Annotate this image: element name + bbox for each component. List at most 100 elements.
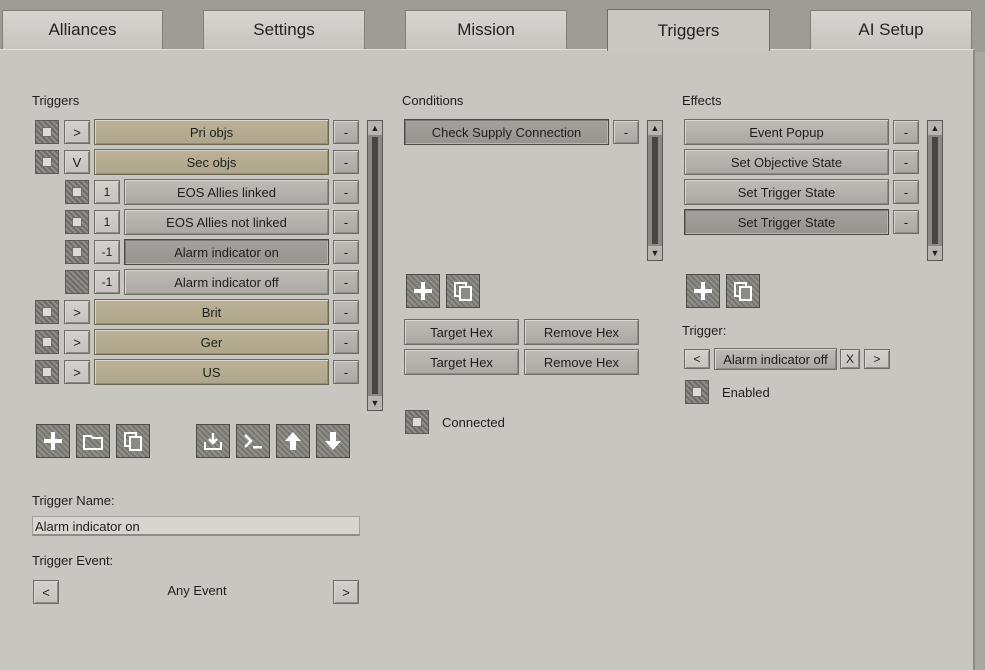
effect-item[interactable]: Set Trigger State (684, 179, 889, 205)
trigger-expand-button[interactable]: > (64, 360, 90, 384)
target-hex-button[interactable]: Target Hex (404, 319, 519, 345)
condition-item-selected[interactable]: Check Supply Connection (404, 119, 609, 145)
scroll-thumb[interactable] (372, 137, 378, 394)
effect-item[interactable]: Event Popup (684, 119, 889, 145)
trigger-checkbox[interactable] (35, 330, 59, 354)
add-folder-button[interactable] (76, 424, 110, 458)
scroll-down-icon[interactable]: ▼ (648, 246, 662, 260)
trigger-order-value: -1 (94, 240, 120, 264)
tab-alliances[interactable]: Alliances (2, 10, 163, 49)
scroll-up-icon[interactable]: ▲ (928, 121, 942, 135)
effect-trigger-clear-button[interactable]: X (840, 349, 860, 369)
trigger-name-input[interactable]: Alarm indicator on (32, 516, 360, 536)
trigger-expand-button[interactable]: > (64, 330, 90, 354)
effect-trigger-prev-button[interactable]: < (684, 349, 710, 369)
trigger-remove-button[interactable]: - (333, 330, 359, 354)
remove-hex-button[interactable]: Remove Hex (524, 319, 639, 345)
tab-settings[interactable]: Settings (203, 10, 365, 49)
scroll-down-icon[interactable]: ▼ (928, 246, 942, 260)
trigger-item[interactable]: Sec objs (94, 149, 329, 175)
effect-item-selected[interactable]: Set Trigger State (684, 209, 889, 235)
connected-label: Connected (442, 415, 505, 430)
trigger-checkbox[interactable] (35, 120, 59, 144)
effects-scrollbar[interactable]: ▲ ▼ (927, 120, 943, 261)
arrow-down-icon (325, 432, 341, 450)
scroll-down-icon[interactable]: ▼ (368, 396, 382, 410)
terminal-icon (244, 434, 262, 449)
connected-checkbox[interactable] (405, 410, 429, 434)
scroll-up-icon[interactable]: ▲ (368, 121, 382, 135)
trigger-item[interactable]: Pri objs (94, 119, 329, 145)
triggers-scrollbar[interactable]: ▲ ▼ (367, 120, 383, 411)
effect-trigger-next-button[interactable]: > (864, 349, 890, 369)
trigger-remove-button[interactable]: - (333, 270, 359, 294)
trigger-expand-button[interactable]: > (64, 300, 90, 324)
copy-icon (734, 282, 752, 301)
condition-remove-button[interactable]: - (613, 120, 639, 144)
event-prev-button[interactable]: < (33, 580, 59, 604)
trigger-checkbox[interactable] (35, 360, 59, 384)
effect-remove-button[interactable]: - (893, 180, 919, 204)
trigger-expand-button[interactable]: > (64, 120, 90, 144)
trigger-remove-button[interactable]: - (333, 150, 359, 174)
triggers-heading: Triggers (32, 93, 80, 108)
script-trigger-button[interactable] (236, 424, 270, 458)
remove-hex-button[interactable]: Remove Hex (524, 349, 639, 375)
trigger-checkbox[interactable] (65, 180, 89, 204)
scroll-up-icon[interactable]: ▲ (648, 121, 662, 135)
add-condition-button[interactable] (406, 274, 440, 308)
folder-icon (83, 435, 103, 450)
trigger-item[interactable]: EOS Allies linked (124, 179, 329, 205)
trigger-item-selected[interactable]: Alarm indicator on (124, 239, 329, 265)
trigger-item[interactable]: Brit (94, 299, 329, 325)
effect-trigger-value[interactable]: Alarm indicator off (714, 348, 837, 370)
trigger-checkbox[interactable] (65, 210, 89, 234)
enabled-checkbox[interactable] (685, 380, 709, 404)
tab-label: Triggers (657, 20, 720, 40)
arrow-up-icon (285, 432, 301, 450)
download-icon (204, 433, 222, 450)
event-next-button[interactable]: > (333, 580, 359, 604)
trigger-checkbox[interactable] (35, 150, 59, 174)
target-hex-button[interactable]: Target Hex (404, 349, 519, 375)
add-effect-button[interactable] (686, 274, 720, 308)
move-up-button[interactable] (276, 424, 310, 458)
trigger-item[interactable]: EOS Allies not linked (124, 209, 329, 235)
trigger-remove-button[interactable]: - (333, 120, 359, 144)
trigger-remove-button[interactable]: - (333, 210, 359, 234)
copy-effect-button[interactable] (726, 274, 760, 308)
trigger-checkbox[interactable] (65, 270, 89, 294)
trigger-order-value: -1 (94, 270, 120, 294)
effect-remove-button[interactable]: - (893, 120, 919, 144)
trigger-checkbox[interactable] (35, 300, 59, 324)
enabled-label: Enabled (722, 385, 770, 400)
trigger-expand-button[interactable]: V (64, 150, 90, 174)
trigger-checkbox[interactable] (65, 240, 89, 264)
tab-label: AI Setup (858, 20, 924, 39)
conditions-scrollbar[interactable]: ▲ ▼ (647, 120, 663, 261)
scroll-thumb[interactable] (932, 137, 938, 244)
tab-ai-setup[interactable]: AI Setup (810, 10, 972, 49)
plus-icon (44, 432, 62, 450)
conditions-heading: Conditions (402, 93, 464, 108)
effect-trigger-label: Trigger: (682, 323, 727, 338)
move-down-button[interactable] (316, 424, 350, 458)
effect-remove-button[interactable]: - (893, 210, 919, 234)
effect-remove-button[interactable]: - (893, 150, 919, 174)
scroll-thumb[interactable] (652, 137, 658, 244)
trigger-item[interactable]: US (94, 359, 329, 385)
copy-trigger-button[interactable] (116, 424, 150, 458)
trigger-remove-button[interactable]: - (333, 360, 359, 384)
trigger-remove-button[interactable]: - (333, 300, 359, 324)
add-trigger-button[interactable] (36, 424, 70, 458)
copy-condition-button[interactable] (446, 274, 480, 308)
trigger-remove-button[interactable]: - (333, 240, 359, 264)
trigger-item[interactable]: Alarm indicator off (124, 269, 329, 295)
import-trigger-button[interactable] (196, 424, 230, 458)
trigger-item[interactable]: Ger (94, 329, 329, 355)
trigger-remove-button[interactable]: - (333, 180, 359, 204)
tab-triggers[interactable]: Triggers (607, 9, 770, 51)
effects-heading: Effects (682, 93, 722, 108)
tab-mission[interactable]: Mission (405, 10, 567, 49)
effect-item[interactable]: Set Objective State (684, 149, 889, 175)
